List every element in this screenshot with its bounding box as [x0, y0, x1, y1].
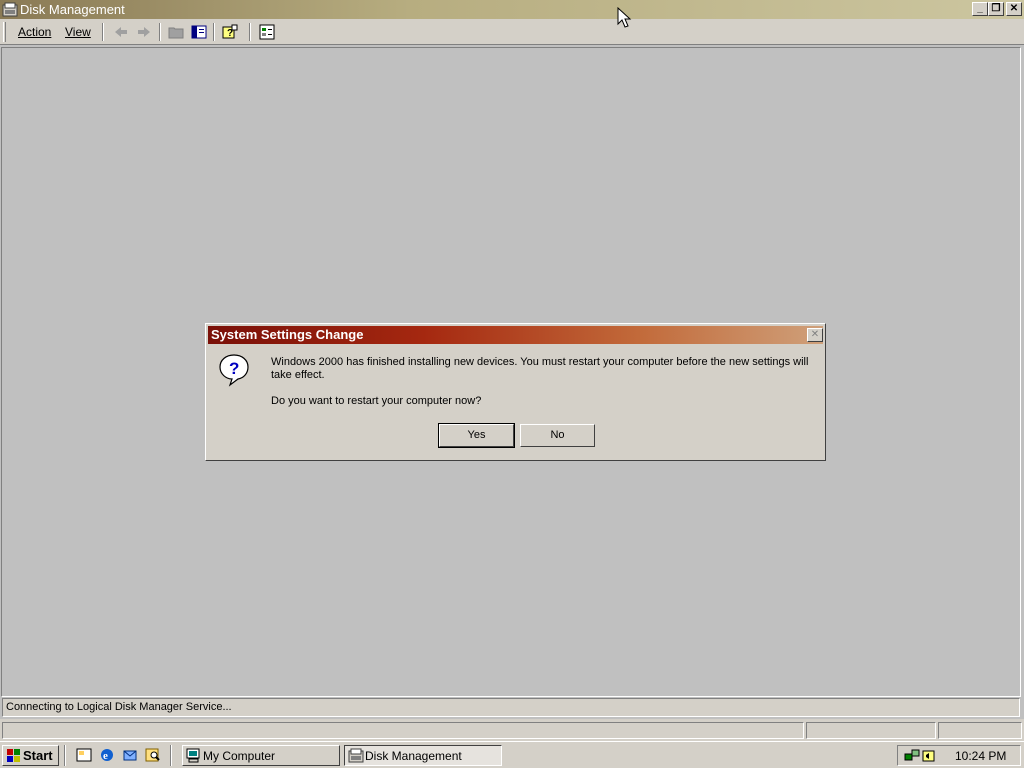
restore-button[interactable]: ❐ — [988, 2, 1004, 16]
no-button[interactable]: No — [520, 424, 595, 447]
task-label: Disk Management — [365, 749, 462, 763]
taskbar: Start e My Computer Disk Management 10:2… — [0, 741, 1024, 768]
svg-text:?: ? — [229, 359, 239, 378]
toolbar-separator — [102, 23, 104, 41]
window-title-bar[interactable]: Disk Management _ ❐ ✕ — [0, 0, 1024, 19]
disk-management-icon — [348, 748, 364, 763]
clock: 10:24 PM — [955, 749, 1007, 763]
start-button[interactable]: Start — [2, 745, 59, 766]
minimize-icon: _ — [977, 3, 983, 14]
toolbar-grip[interactable] — [3, 22, 6, 42]
windows-logo-icon — [7, 749, 20, 762]
close-icon: ✕ — [810, 329, 820, 340]
folder-up-icon[interactable] — [167, 23, 185, 41]
network-icon[interactable] — [904, 748, 920, 763]
menu-action[interactable]: Action — [18, 25, 51, 39]
window-title: Disk Management — [20, 2, 125, 17]
dialog-title: System Settings Change — [211, 327, 364, 342]
disk-management-icon — [2, 2, 18, 17]
close-icon: ✕ — [1009, 3, 1019, 14]
menu-toolbar: Action View ? — [0, 19, 1024, 45]
back-arrow-icon[interactable] — [112, 23, 130, 41]
status-pane — [806, 722, 936, 739]
outlook-express-icon[interactable] — [122, 747, 138, 763]
restore-icon: ❐ — [991, 3, 1001, 14]
mouse-pointer-icon — [617, 7, 632, 28]
status-pane — [938, 722, 1022, 739]
dialog-message: Windows 2000 has finished installing new… — [271, 356, 809, 381]
close-button[interactable]: ✕ — [1006, 2, 1022, 16]
secondary-status-bar — [0, 719, 1024, 741]
question-icon: ? — [219, 354, 249, 387]
task-my-computer[interactable]: My Computer — [182, 745, 340, 766]
forward-arrow-icon[interactable] — [135, 23, 153, 41]
dialog-close-button[interactable]: ✕ — [807, 328, 823, 342]
start-label: Start — [23, 748, 53, 763]
toolbar-separator — [249, 23, 251, 41]
internet-explorer-icon[interactable]: e — [99, 747, 115, 763]
show-hide-tree-icon[interactable] — [190, 23, 208, 41]
task-disk-management[interactable]: Disk Management — [344, 745, 502, 766]
svg-text:e: e — [103, 750, 108, 762]
taskbar-separator — [170, 745, 172, 766]
task-label: My Computer — [203, 749, 276, 763]
menu-view[interactable]: View — [65, 25, 91, 39]
my-computer-icon — [186, 748, 200, 763]
properties-icon[interactable] — [258, 23, 276, 41]
search-icon[interactable] — [145, 747, 161, 763]
status-pane — [2, 722, 804, 739]
volume-icon[interactable] — [922, 748, 936, 763]
taskbar-separator — [64, 745, 66, 766]
yes-button[interactable]: Yes — [438, 423, 515, 448]
dialog-title-bar[interactable]: System Settings Change ✕ — [208, 326, 823, 344]
toolbar-separator — [213, 23, 215, 41]
system-settings-change-dialog: System Settings Change ✕ ? Windows 2000 … — [205, 323, 826, 461]
toolbar-separator — [159, 23, 161, 41]
status-bar: Connecting to Logical Disk Manager Servi… — [2, 698, 1020, 717]
minimize-button[interactable]: _ — [972, 2, 988, 16]
help-icon[interactable]: ? — [221, 23, 239, 41]
dialog-question: Do you want to restart your computer now… — [271, 395, 482, 407]
system-tray: 10:24 PM — [897, 745, 1021, 766]
show-desktop-icon[interactable] — [76, 747, 92, 763]
status-text: Connecting to Logical Disk Manager Servi… — [6, 701, 232, 713]
